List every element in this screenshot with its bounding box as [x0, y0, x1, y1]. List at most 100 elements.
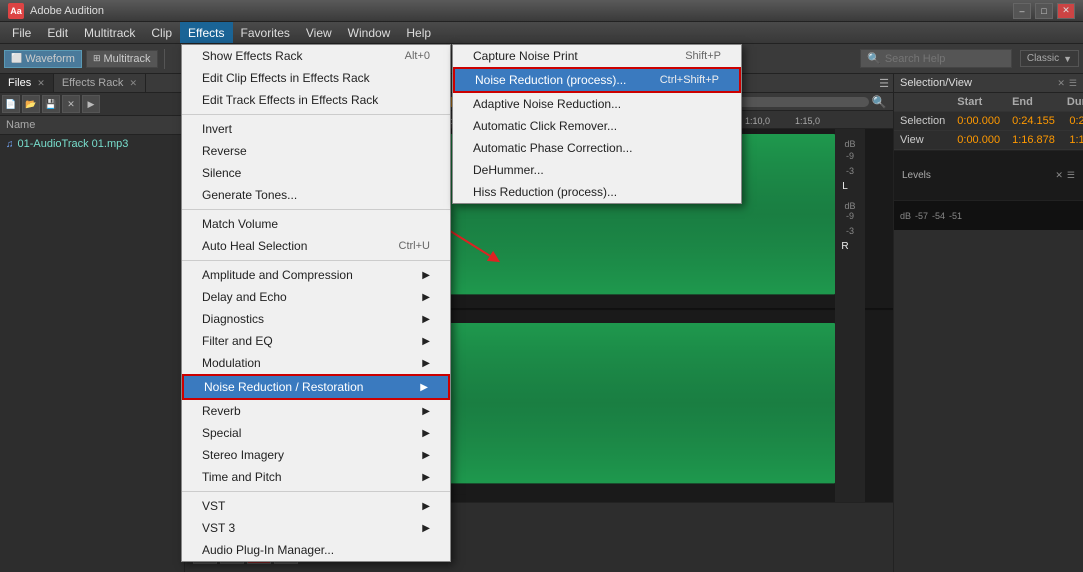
multitrack-mode-button[interactable]: ⊞ Multitrack: [86, 50, 158, 68]
maximize-button[interactable]: □: [1035, 3, 1053, 19]
dd-item-label: Hiss Reduction (process)...: [473, 185, 617, 199]
menu-help[interactable]: Help: [398, 22, 439, 43]
dd-item-label: Generate Tones...: [202, 188, 297, 202]
dd-dehummer[interactable]: DeHummer...: [453, 159, 741, 181]
menu-multitrack[interactable]: Multitrack: [76, 22, 143, 43]
col-start: Start: [951, 93, 1006, 112]
dd-noise-reduction[interactable]: Noise Reduction / Restoration ▶: [182, 374, 450, 400]
svg-text:1:15,0: 1:15,0: [795, 116, 820, 126]
dd-sep-3: [182, 260, 450, 261]
dd-generate-tones[interactable]: Generate Tones...: [182, 184, 450, 206]
selection-end: 0:24.155: [1006, 112, 1061, 131]
dd-delay-echo[interactable]: Delay and Echo ▶: [182, 286, 450, 308]
levels-close[interactable]: ✕: [1055, 170, 1063, 181]
dd-item-label: DeHummer...: [473, 163, 544, 177]
menu-file[interactable]: File: [4, 22, 39, 43]
menu-edit[interactable]: Edit: [39, 22, 76, 43]
effects-rack-tab-close[interactable]: ✕: [129, 78, 137, 88]
dd-item-label: Stereo Imagery: [202, 448, 284, 462]
dd-match-volume[interactable]: Match Volume: [182, 213, 450, 235]
levels-options[interactable]: ☰: [1067, 170, 1075, 181]
title-bar-buttons: – □ ✕: [1013, 3, 1075, 19]
dd-special[interactable]: Special ▶: [182, 422, 450, 444]
minimize-button[interactable]: –: [1013, 3, 1031, 19]
dd-vst[interactable]: VST ▶: [182, 495, 450, 517]
dd-item-label: Invert: [202, 122, 232, 136]
dd-edit-clip-effects[interactable]: Edit Clip Effects in Effects Rack: [182, 67, 450, 89]
dd-item-label: Modulation: [202, 356, 261, 370]
dd-item-label: Audio Plug-In Manager...: [202, 543, 334, 557]
files-tab-close[interactable]: ✕: [37, 78, 45, 88]
dd-audio-plugin-manager[interactable]: Audio Plug-In Manager...: [182, 539, 450, 561]
db-minus54: -54: [932, 211, 945, 221]
dd-vst3[interactable]: VST 3 ▶: [182, 517, 450, 539]
dd-filter-eq[interactable]: Filter and EQ ▶: [182, 330, 450, 352]
dd-adaptive-noise-reduction[interactable]: Adaptive Noise Reduction...: [453, 93, 741, 115]
app-icon: Aa: [8, 3, 24, 19]
play-file-btn[interactable]: ▶: [82, 95, 100, 113]
selection-panel-options[interactable]: ☰: [1069, 78, 1077, 89]
close-file-btn[interactable]: ✕: [62, 95, 80, 113]
menu-window[interactable]: Window: [340, 22, 399, 43]
levels-label: Levels: [902, 170, 931, 181]
list-item[interactable]: ♫ 01-AudioTrack 01.mp3: [0, 135, 184, 153]
dd-edit-track-effects[interactable]: Edit Track Effects in Effects Rack: [182, 89, 450, 111]
dd-auto-heal[interactable]: Auto Heal Selection Ctrl+U: [182, 235, 450, 257]
svg-text:dB: dB: [844, 201, 855, 211]
dd-item-label: Special: [202, 426, 241, 440]
dd-submenu-arrow: ▶: [422, 314, 430, 325]
audio-file-icon: ♫: [6, 139, 14, 150]
view-start: 0:00.000: [951, 131, 1006, 150]
left-panel: Files ✕ Effects Rack ✕ 📄 📂 💾 ✕ ▶ Name ♫ …: [0, 74, 185, 572]
files-tab[interactable]: Files ✕: [0, 74, 54, 92]
open-file-btn[interactable]: 📂: [22, 95, 40, 113]
new-file-btn[interactable]: 📄: [2, 95, 20, 113]
table-row: View 0:00.000 1:16.878 1:16.878: [894, 131, 1083, 150]
dd-reverb[interactable]: Reverb ▶: [182, 400, 450, 422]
dd-time-pitch[interactable]: Time and Pitch ▶: [182, 466, 450, 488]
dd-stereo-imagery[interactable]: Stereo Imagery ▶: [182, 444, 450, 466]
dd-submenu-arrow: ▶: [420, 382, 428, 393]
dd-item-label: Edit Clip Effects in Effects Rack: [202, 71, 370, 85]
title-bar-text: Adobe Audition: [30, 5, 1013, 17]
dd-silence[interactable]: Silence: [182, 162, 450, 184]
selection-panel-title: Selection/View: [900, 77, 972, 89]
save-file-btn[interactable]: 💾: [42, 95, 60, 113]
dd-item-label: Auto Heal Selection: [202, 239, 307, 253]
dd-diagnostics[interactable]: Diagnostics ▶: [182, 308, 450, 330]
dd-capture-noise-print[interactable]: Capture Noise Print Shift+P: [453, 45, 741, 67]
file-name: 01-AudioTrack 01.mp3: [18, 138, 129, 150]
menu-favorites[interactable]: Favorites: [233, 22, 298, 43]
selection-panel-close[interactable]: ✕: [1057, 78, 1065, 89]
dd-item-shortcut: Shift+P: [685, 50, 721, 62]
menu-bar: File Edit Multitrack Clip Effects Favori…: [0, 22, 1083, 44]
search-input[interactable]: [885, 53, 1005, 65]
effects-rack-tab[interactable]: Effects Rack ✕: [54, 74, 146, 92]
dd-hiss-reduction[interactable]: Hiss Reduction (process)...: [453, 181, 741, 203]
dd-item-label: Capture Noise Print: [473, 49, 578, 63]
dd-reverse[interactable]: Reverse: [182, 140, 450, 162]
db-minus57: -57: [915, 211, 928, 221]
dd-amplitude[interactable]: Amplitude and Compression ▶: [182, 264, 450, 286]
dd-show-effects-rack[interactable]: Show Effects Rack Alt+0: [182, 45, 450, 67]
dd-submenu-arrow: ▶: [422, 358, 430, 369]
dd-noise-reduction-process[interactable]: Noise Reduction (process)... Ctrl+Shift+…: [453, 67, 741, 93]
close-button[interactable]: ✕: [1057, 3, 1075, 19]
panel-options-icon[interactable]: ☰: [879, 76, 889, 90]
dd-item-label: Reverb: [202, 404, 241, 418]
dd-modulation[interactable]: Modulation ▶: [182, 352, 450, 374]
dd-auto-phase-correction[interactable]: Automatic Phase Correction...: [453, 137, 741, 159]
svg-text:1:10,0: 1:10,0: [745, 116, 770, 126]
waveform-mode-button[interactable]: ⬜ Waveform: [4, 50, 82, 68]
menu-view[interactable]: View: [298, 22, 340, 43]
dd-submenu-arrow: ▶: [422, 292, 430, 303]
dd-submenu-arrow: ▶: [422, 501, 430, 512]
menu-effects[interactable]: Effects: [180, 22, 232, 43]
dd-sep-2: [182, 209, 450, 210]
title-bar: Aa Adobe Audition – □ ✕: [0, 0, 1083, 22]
dd-invert[interactable]: Invert: [182, 118, 450, 140]
zoom-icon[interactable]: 🔍: [869, 92, 889, 112]
dd-sep-4: [182, 491, 450, 492]
menu-clip[interactable]: Clip: [143, 22, 180, 43]
dd-auto-click-remover[interactable]: Automatic Click Remover...: [453, 115, 741, 137]
